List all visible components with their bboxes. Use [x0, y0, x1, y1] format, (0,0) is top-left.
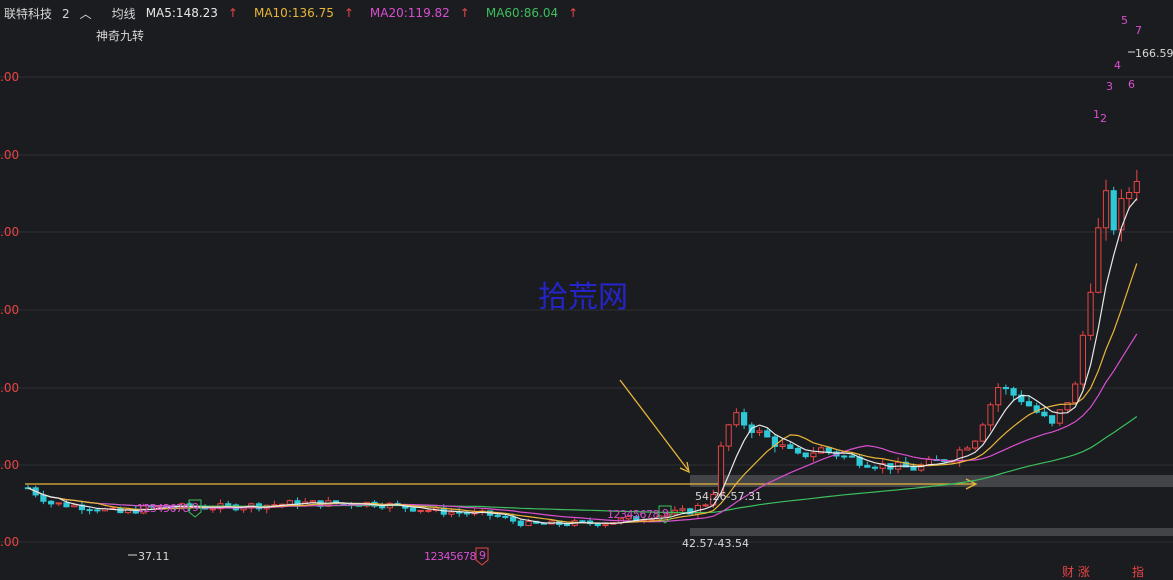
zone-band-upper	[690, 475, 1173, 487]
candle-body	[63, 502, 70, 508]
candle-body	[502, 515, 509, 518]
candle-body	[1072, 383, 1079, 404]
candle-body	[1126, 192, 1133, 200]
candle-body	[379, 505, 386, 509]
count-digit: 7	[1135, 24, 1142, 37]
candle-body	[1133, 180, 1140, 194]
candle-body	[517, 520, 524, 527]
candle-body	[579, 520, 586, 523]
candle-body	[910, 466, 917, 471]
candle-body	[510, 516, 517, 522]
nine-turn-sequence: 12345678	[607, 508, 659, 521]
candle-body	[679, 508, 686, 511]
candle-body	[1079, 334, 1087, 385]
candle-body	[425, 509, 432, 512]
y-tick-label: .00	[0, 535, 19, 549]
candle-body	[794, 447, 802, 454]
y-tick-label: .00	[0, 148, 19, 162]
pointer-arrow	[619, 379, 689, 471]
y-tick-label: .00	[0, 225, 19, 239]
candle-body	[225, 503, 232, 506]
candle-body	[972, 440, 979, 449]
candle-body	[871, 466, 879, 469]
candle-body	[779, 444, 786, 447]
candle-body	[1095, 227, 1102, 293]
nine-turn-sequence: 12345678	[424, 550, 476, 563]
candle-body	[409, 507, 417, 512]
ma5-line	[27, 198, 1138, 525]
candle-body	[602, 523, 609, 527]
zone-lower-label: 42.57-43.54	[682, 537, 749, 550]
candle-body	[802, 452, 809, 458]
candle-body	[987, 404, 994, 426]
pointer-arrowhead	[679, 461, 690, 474]
candle-body	[841, 455, 848, 458]
candle-body	[825, 447, 832, 453]
footer-right: 指	[1132, 565, 1145, 579]
candle-body	[494, 514, 501, 517]
candle-body	[525, 520, 532, 527]
candle-body	[964, 447, 971, 451]
candle-body	[756, 430, 763, 433]
candle-body	[995, 386, 1002, 406]
count-digit: 2	[1100, 112, 1107, 125]
nine-turn-badge-label: 9	[192, 501, 199, 514]
y-tick-label: .00	[0, 303, 19, 317]
candle-body	[86, 509, 93, 512]
candle-body	[1110, 190, 1117, 231]
candle-body	[864, 464, 871, 468]
candle-body	[1087, 291, 1094, 336]
candle-body	[1010, 388, 1017, 396]
ma20-line	[27, 333, 1138, 523]
y-tick-label: .00	[0, 458, 19, 472]
candle-body	[1049, 415, 1056, 424]
candle-body	[448, 511, 455, 515]
candle-body	[725, 424, 732, 447]
candle-body	[979, 424, 986, 442]
count-digit: 5	[1121, 14, 1128, 27]
candle-body	[594, 523, 601, 527]
candle-body	[55, 502, 62, 505]
candle-body	[717, 445, 725, 495]
candle-body	[764, 430, 771, 438]
watermark: 拾荒网	[538, 280, 628, 315]
candle-body	[1041, 411, 1048, 417]
candle-body	[417, 509, 424, 512]
count-digit: 1	[1093, 108, 1100, 121]
candle-body	[810, 452, 817, 458]
y-tick-label: .00	[0, 70, 19, 84]
count-digit: 4	[1114, 59, 1121, 72]
candle-body	[563, 523, 571, 526]
candle-body	[848, 455, 855, 458]
low-price-label: 37.11	[138, 550, 170, 563]
candle-body	[741, 412, 748, 426]
candle-body	[71, 504, 78, 508]
high-price-label: 166.59	[1135, 47, 1173, 60]
candle-body	[463, 512, 470, 515]
candle-body	[40, 494, 47, 502]
count-digit: 3	[1106, 80, 1113, 93]
candle-body	[702, 504, 709, 507]
candle-body	[787, 444, 794, 449]
candle-body	[48, 500, 55, 505]
candle-body	[1002, 386, 1009, 390]
candle-body	[1025, 401, 1033, 407]
candle-body	[309, 500, 316, 503]
candle-body	[1056, 409, 1063, 424]
zone-upper-label: 54.26-57.31	[695, 490, 762, 503]
candle-body	[286, 500, 293, 505]
zone-band-lower	[690, 528, 1173, 536]
candle-body	[209, 508, 216, 511]
count-digit: 6	[1128, 78, 1135, 91]
candle-body	[94, 509, 101, 512]
nine-turn-badge-label: 9	[479, 549, 486, 562]
footer-left: 财 涨	[1062, 565, 1090, 579]
candle-body	[733, 412, 740, 426]
candle-body	[1102, 190, 1110, 229]
candles-group	[24, 169, 1140, 528]
nine-turn-badge-label: 9	[662, 507, 669, 520]
candle-body	[1118, 198, 1125, 231]
y-tick-label: .00	[0, 381, 19, 395]
nine-turn-sequence: 12345678	[137, 502, 189, 515]
